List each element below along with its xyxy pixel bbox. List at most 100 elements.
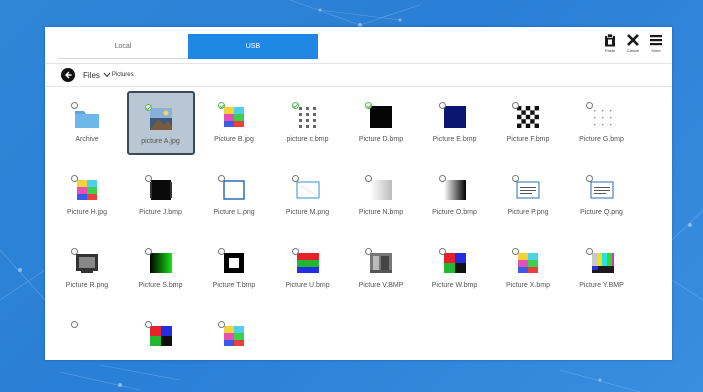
file-item[interactable]: Picture J.bmp (127, 164, 195, 228)
file-item[interactable]: Picture E.bmp (421, 91, 489, 155)
select-checkbox[interactable] (438, 175, 446, 182)
file-item[interactable]: Picture S.bmp (127, 237, 195, 301)
file-item[interactable]: Picture L.png (200, 164, 268, 228)
select-checkbox[interactable] (144, 175, 152, 182)
image-thumbnail (438, 248, 469, 277)
select-checkbox[interactable] (218, 248, 225, 255)
file-name: Picture M.png (285, 209, 330, 216)
image-thumbnail (512, 175, 542, 204)
select-checkbox[interactable] (291, 102, 299, 109)
image-thumbnail (291, 175, 322, 204)
image-thumbnail (218, 175, 248, 204)
file-name: Picture E.bmp (432, 136, 477, 143)
select-checkbox[interactable] (218, 321, 225, 328)
file-item[interactable]: picture A.jpg (126, 91, 195, 155)
file-item[interactable]: Picture G.bmp (568, 91, 636, 155)
cancel-label: Cancel (626, 48, 640, 53)
select-checkbox[interactable] (71, 248, 78, 255)
image-thumbnail (144, 175, 175, 204)
file-item[interactable]: Picture M.png (274, 164, 342, 228)
tab-local[interactable]: Local (58, 34, 188, 59)
file-item[interactable]: Picture B.jpg (200, 91, 268, 155)
file-name: Picture J.bmp (139, 209, 182, 216)
clipboard-icon (605, 33, 615, 47)
paste-button[interactable]: Paste (600, 33, 620, 53)
select-checkbox[interactable] (365, 175, 372, 182)
image-thumbnail (585, 175, 616, 204)
file-item[interactable]: Picture N.bmp (347, 164, 415, 228)
select-checkbox[interactable] (291, 175, 299, 182)
image-thumbnail (365, 175, 395, 204)
image-thumbnail (144, 104, 175, 133)
source-tabs: Local USB (58, 34, 318, 59)
file-item[interactable] (127, 310, 195, 374)
file-name: Archive (75, 136, 99, 143)
arrow-left-icon (65, 71, 72, 79)
folder-item[interactable]: Archive (53, 91, 121, 155)
file-name: picture c.bmp (286, 136, 329, 143)
select-checkbox[interactable] (365, 248, 372, 255)
file-name: Picture N.bmp (358, 209, 404, 216)
select-checkbox[interactable] (438, 102, 446, 109)
file-name: Picture L.png (213, 209, 255, 216)
folder-icon (71, 102, 101, 131)
file-name: Picture R.png (65, 282, 109, 289)
select-checkbox[interactable] (144, 104, 152, 111)
image-thumbnail (218, 102, 248, 131)
select-checkbox[interactable] (144, 321, 152, 328)
file-name: Picture W.bmp (431, 282, 478, 289)
select-checkbox[interactable] (144, 248, 152, 255)
image-thumbnail (218, 248, 248, 277)
image-thumbnail (71, 248, 101, 277)
image-thumbnail (71, 321, 101, 350)
breadcrumb-root[interactable]: Files (83, 71, 100, 80)
select-checkbox[interactable] (291, 248, 299, 255)
select-checkbox[interactable] (585, 248, 593, 255)
file-item[interactable]: Picture T.bmp (200, 237, 268, 301)
select-checkbox[interactable] (365, 102, 372, 109)
select-checkbox[interactable] (71, 102, 78, 109)
select-checkbox[interactable] (71, 175, 78, 182)
file-name: Picture Q.png (580, 209, 623, 216)
file-name: Picture V.BMP (358, 282, 404, 289)
toolbar-actions: Paste Cancel More (600, 33, 666, 53)
select-checkbox[interactable] (438, 248, 446, 255)
file-item[interactable]: Picture V.BMP (347, 237, 415, 301)
file-item[interactable]: picture c.bmp (274, 91, 342, 155)
file-item[interactable]: Picture U.bmp (274, 237, 342, 301)
select-checkbox[interactable] (512, 175, 519, 182)
file-item[interactable]: Picture P.png (494, 164, 562, 228)
image-thumbnail (144, 321, 175, 350)
file-item[interactable]: Picture H.jpg (53, 164, 121, 228)
image-thumbnail (71, 175, 101, 204)
file-item[interactable]: Picture D.bmp (347, 91, 415, 155)
image-thumbnail (438, 175, 469, 204)
select-checkbox[interactable] (512, 102, 519, 109)
file-item[interactable]: Picture Q.png (568, 164, 636, 228)
file-name: Picture U.bmp (285, 282, 330, 289)
file-item[interactable]: Picture X.bmp (494, 237, 562, 301)
file-item[interactable]: Picture F.bmp (494, 91, 562, 155)
select-checkbox[interactable] (585, 175, 593, 182)
file-item[interactable]: Picture Y.BMP (568, 237, 636, 301)
select-checkbox[interactable] (218, 175, 225, 182)
more-button[interactable]: More (646, 33, 666, 53)
select-checkbox[interactable] (512, 248, 519, 255)
file-name: Picture O.bmp (432, 209, 477, 216)
file-item[interactable]: Picture R.png (53, 237, 121, 301)
file-item[interactable]: Picture W.bmp (421, 237, 489, 301)
back-button[interactable] (61, 68, 75, 82)
file-name: Picture B.jpg (214, 136, 254, 143)
cancel-button[interactable]: Cancel (623, 33, 643, 53)
file-item[interactable] (200, 310, 268, 374)
tab-usb[interactable]: USB (188, 34, 318, 59)
divider (45, 86, 672, 87)
select-checkbox[interactable] (218, 102, 225, 109)
select-checkbox[interactable] (585, 102, 593, 109)
file-item[interactable]: Picture O.bmp (421, 164, 489, 228)
file-item[interactable] (53, 310, 121, 374)
image-thumbnail (291, 102, 322, 131)
chevron-down-icon[interactable] (103, 72, 111, 78)
select-checkbox[interactable] (71, 321, 78, 328)
file-name: picture A.jpg (141, 138, 180, 145)
